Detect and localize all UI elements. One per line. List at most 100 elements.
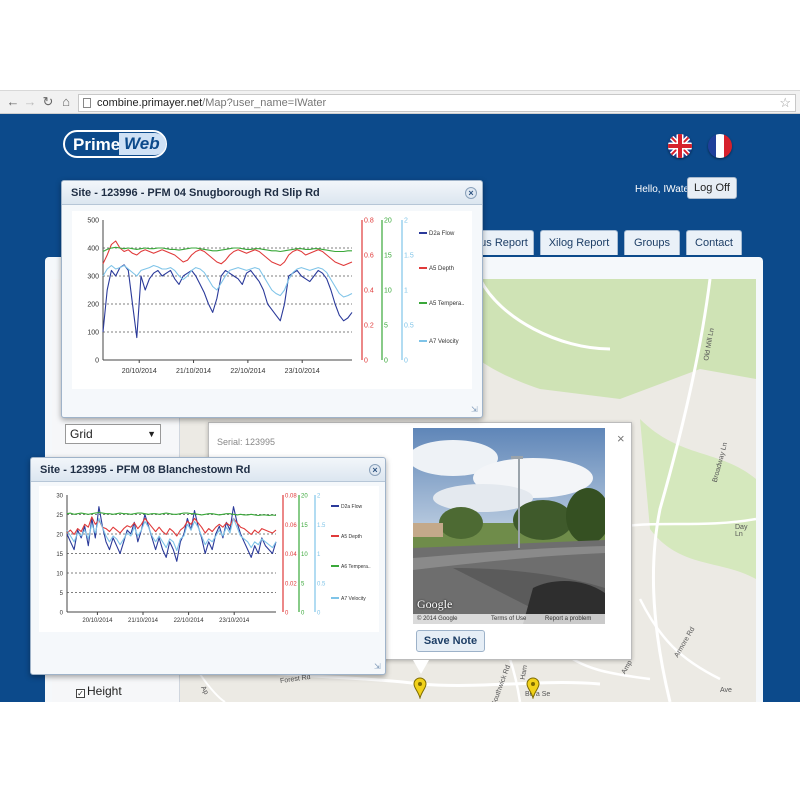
forward-arrow-icon[interactable]: → bbox=[22, 94, 38, 110]
y-tick-label: 1 bbox=[404, 288, 408, 295]
popup-close-icon[interactable]: × bbox=[617, 431, 625, 446]
map-marker-icon[interactable] bbox=[526, 677, 540, 699]
legend-label: A6 Tempera.. bbox=[341, 564, 371, 570]
chart-window-site-123995[interactable]: Site - 123995 - PFM 08 Blanchestown Rd ×… bbox=[30, 457, 386, 675]
y-tick-label: 10 bbox=[384, 288, 392, 295]
legend-label: D2a Flow bbox=[341, 504, 363, 510]
x-tick-label: 20/10/2014 bbox=[82, 618, 113, 624]
french-flag-icon[interactable] bbox=[708, 134, 732, 158]
y-tick-label: 200 bbox=[87, 302, 99, 309]
y-tick-label: 10 bbox=[301, 552, 308, 558]
y-tick-label: 15 bbox=[56, 552, 63, 558]
screenshot-stage: ← → ↻ ⌂ combine.primayer.net/Map?user_na… bbox=[0, 0, 800, 800]
tab-groups[interactable]: Groups bbox=[624, 230, 680, 255]
y-tick-label: 0 bbox=[60, 611, 64, 617]
popup-pointer bbox=[413, 660, 429, 674]
x-tick-label: 22/10/2014 bbox=[174, 618, 205, 624]
y-tick-label: 0 bbox=[301, 611, 305, 617]
legend-label: A5 Depth bbox=[341, 534, 362, 540]
url-path: /Map?user_name=IWater bbox=[202, 97, 327, 109]
street-view-image[interactable]: Google © 2014 Google Terms of Use Report… bbox=[413, 428, 605, 624]
y-tick-label: 0 bbox=[285, 611, 289, 617]
sv-copyright: © 2014 Google bbox=[417, 616, 458, 622]
google-watermark: Google bbox=[417, 597, 453, 611]
y-tick-label: 0.5 bbox=[317, 581, 326, 587]
y-tick-label: 0 bbox=[364, 358, 368, 365]
back-arrow-icon[interactable]: ← bbox=[5, 94, 21, 110]
sv-terms-link[interactable]: Terms of Use bbox=[491, 614, 526, 624]
chevron-down-icon: ▼ bbox=[147, 429, 156, 439]
map-label-day: Day Ln bbox=[735, 524, 748, 538]
street-view-photo bbox=[413, 428, 605, 624]
height-layer-label: Height bbox=[87, 684, 122, 698]
logo-web-text: Web bbox=[119, 133, 166, 155]
y-tick-label: 300 bbox=[87, 274, 99, 281]
y-tick-label: 5 bbox=[60, 591, 64, 597]
map-marker-icon[interactable] bbox=[413, 677, 427, 699]
browser-toolbar: ← → ↻ ⌂ combine.primayer.net/Map?user_na… bbox=[0, 90, 800, 114]
view-select-value: Grid bbox=[70, 427, 93, 441]
x-tick-label: 20/10/2014 bbox=[122, 368, 157, 375]
height-layer-checkbox[interactable]: ✓ Height bbox=[76, 684, 122, 698]
x-tick-label: 23/10/2014 bbox=[219, 618, 250, 624]
y-tick-label: 1.5 bbox=[404, 253, 414, 260]
y-tick-label: 5 bbox=[384, 323, 388, 330]
y-tick-label: 0.6 bbox=[364, 253, 374, 260]
y-tick-label: 0.8 bbox=[364, 218, 374, 225]
y-tick-label: 2 bbox=[317, 494, 321, 500]
line-chart-site-123996[interactable]: 50040030020010000.80.60.40.202015105021.… bbox=[62, 181, 484, 419]
x-tick-label: 23/10/2014 bbox=[285, 368, 320, 375]
street-view-footer: © 2014 Google Terms of Use Report a prob… bbox=[413, 614, 605, 624]
sv-report-link[interactable]: Report a problem bbox=[545, 614, 591, 624]
home-icon[interactable]: ⌂ bbox=[58, 94, 74, 110]
checkbox-checked-icon[interactable]: ✓ bbox=[76, 689, 85, 698]
y-tick-label: 1 bbox=[317, 552, 321, 558]
address-bar[interactable]: combine.primayer.net/Map?user_name=IWate… bbox=[78, 94, 796, 112]
legend-label: A5 Depth bbox=[429, 266, 454, 272]
chart-window-site-123996[interactable]: Site - 123996 - PFM 04 Snugborough Rd Sl… bbox=[61, 180, 483, 418]
y-tick-label: 0.2 bbox=[364, 323, 374, 330]
log-off-button[interactable]: Log Off bbox=[687, 177, 737, 199]
y-tick-label: 0.02 bbox=[285, 581, 297, 587]
y-tick-label: 0.06 bbox=[285, 523, 297, 529]
popup-serial-text: Serial: 123995 bbox=[217, 437, 276, 447]
x-tick-label: 21/10/2014 bbox=[176, 368, 211, 375]
primeweb-logo[interactable]: Prime Web bbox=[63, 130, 167, 158]
y-tick-label: 25 bbox=[56, 513, 63, 519]
tab-contact[interactable]: Contact bbox=[686, 230, 742, 255]
y-tick-label: 20 bbox=[301, 494, 308, 500]
y-tick-label: 0.08 bbox=[285, 494, 297, 500]
y-tick-label: 0.5 bbox=[404, 323, 414, 330]
view-select[interactable]: Grid ▼ bbox=[65, 424, 161, 444]
y-tick-label: 0 bbox=[404, 358, 408, 365]
resize-handle-icon[interactable]: ⇲ bbox=[471, 406, 479, 414]
x-tick-label: 21/10/2014 bbox=[128, 618, 159, 624]
logo-prime-text: Prime bbox=[73, 135, 121, 154]
url-domain: combine.primayer.net bbox=[97, 97, 203, 109]
y-tick-label: 100 bbox=[87, 330, 99, 337]
y-tick-label: 1.5 bbox=[317, 523, 326, 529]
y-tick-label: 0 bbox=[317, 611, 321, 617]
y-tick-label: 20 bbox=[56, 533, 63, 539]
series-line bbox=[102, 240, 353, 267]
y-tick-label: 15 bbox=[301, 523, 308, 529]
y-tick-label: 2 bbox=[404, 218, 408, 225]
y-tick-label: 10 bbox=[56, 572, 63, 578]
y-tick-label: 30 bbox=[56, 494, 63, 500]
legend-label: A5 Tempera.. bbox=[429, 301, 465, 307]
y-tick-label: 20 bbox=[384, 218, 392, 225]
y-tick-label: 0.04 bbox=[285, 552, 297, 558]
x-tick-label: 22/10/2014 bbox=[230, 368, 265, 375]
bookmark-star-icon[interactable]: ☆ bbox=[779, 95, 791, 111]
legend-label: A7 Velocity bbox=[341, 596, 366, 602]
line-chart-site-123995[interactable]: 3025201510500.080.060.040.0202015105021.… bbox=[31, 458, 387, 676]
y-tick-label: 5 bbox=[301, 581, 305, 587]
tab-xilog-report[interactable]: Xilog Report bbox=[540, 230, 618, 255]
resize-handle-icon[interactable]: ⇲ bbox=[374, 663, 382, 671]
page-icon bbox=[83, 98, 91, 108]
save-note-button[interactable]: Save Note bbox=[416, 630, 485, 652]
y-tick-label: 0 bbox=[95, 358, 99, 365]
y-tick-label: 400 bbox=[87, 246, 99, 253]
reload-icon[interactable]: ↻ bbox=[40, 94, 56, 110]
uk-flag-icon[interactable] bbox=[668, 134, 692, 158]
